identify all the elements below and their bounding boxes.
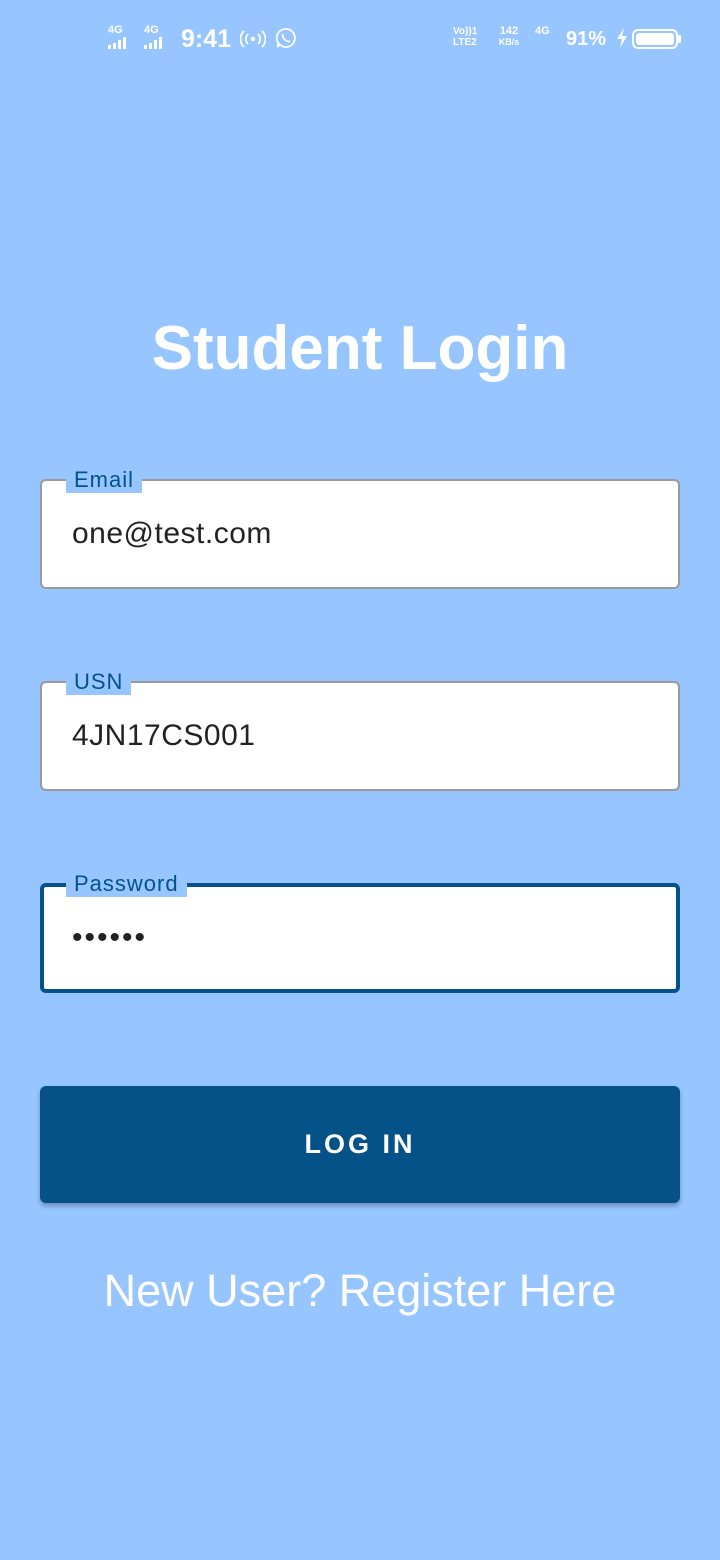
sim1-network-type: 4G bbox=[108, 24, 123, 36]
status-bar: 4G 4G 9:41 Vo))1 LTE2 142 KB/s 4G 91% bbox=[0, 0, 720, 76]
sim1-signal-icon: 4G bbox=[108, 25, 126, 49]
password-input[interactable]: •••••• bbox=[72, 887, 147, 989]
status-time: 9:41 bbox=[181, 25, 232, 53]
hotspot-icon bbox=[240, 30, 266, 48]
login-button-label: LOG IN bbox=[304, 1129, 416, 1159]
volte-indicator: Vo))1 LTE2 bbox=[453, 26, 493, 48]
speed-unit: KB/s bbox=[498, 37, 520, 47]
data-network-indicator: 4G bbox=[535, 26, 561, 37]
network-speed: 142 KB/s bbox=[494, 26, 524, 48]
volte-top-text: Vo))1 bbox=[453, 26, 478, 37]
usn-input[interactable]: 4JN17CS001 bbox=[72, 683, 255, 789]
battery-icon bbox=[632, 29, 681, 49]
login-button[interactable]: LOG IN bbox=[40, 1086, 680, 1203]
page-title: Student Login bbox=[151, 314, 569, 383]
register-link[interactable]: New User? Register Here bbox=[0, 1262, 720, 1320]
charging-bolt-icon bbox=[617, 28, 627, 48]
speed-value: 142 bbox=[499, 25, 519, 37]
password-field[interactable]: Password •••••• bbox=[40, 871, 680, 993]
email-field[interactable]: Email one@test.com bbox=[40, 467, 680, 589]
battery-percentage: 91% bbox=[566, 28, 607, 50]
email-input[interactable]: one@test.com bbox=[72, 481, 272, 587]
usn-field[interactable]: USN 4JN17CS001 bbox=[40, 669, 680, 791]
volte-bottom-text: LTE2 bbox=[453, 37, 477, 48]
sim2-network-type: 4G bbox=[144, 24, 159, 36]
sim2-signal-icon: 4G bbox=[144, 25, 162, 49]
data-network-type: 4G bbox=[535, 25, 550, 37]
whatsapp-icon bbox=[275, 28, 296, 48]
